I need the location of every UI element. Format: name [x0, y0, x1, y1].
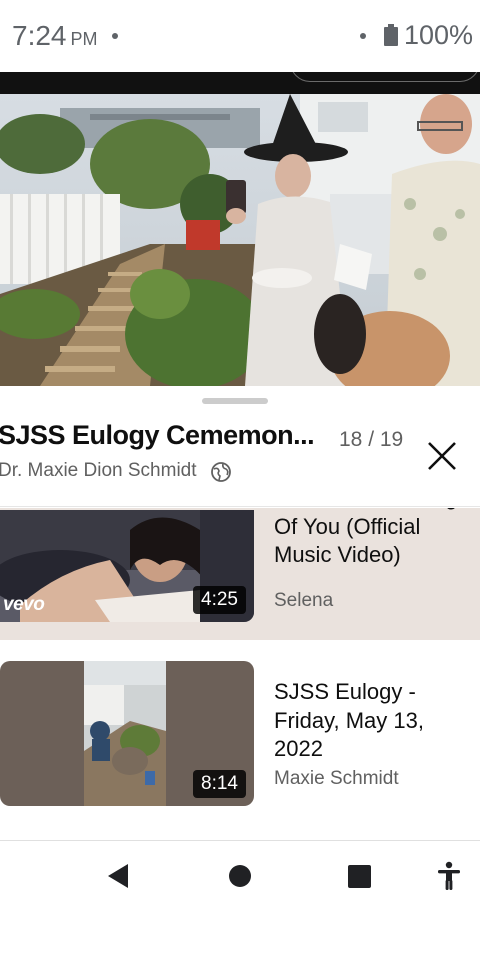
accessibility-icon	[438, 861, 460, 890]
duration-badge: 8:14	[193, 770, 246, 798]
video-title[interactable]: SJSS Eulogy - Friday, May 13, 2022	[274, 678, 474, 764]
video-frame-image	[0, 94, 480, 386]
close-button[interactable]	[418, 432, 466, 480]
status-dot	[360, 33, 366, 39]
status-bar: 7:24 PM 100%	[0, 0, 480, 72]
globe-icon	[210, 461, 232, 483]
home-icon[interactable]	[229, 865, 251, 887]
video-player[interactable]	[0, 94, 480, 386]
battery-percentage: 100%	[404, 20, 474, 50]
back-icon	[108, 864, 128, 888]
list-item[interactable]: vevo 4:25 Selena - Dreaming Of You (Offi…	[0, 508, 480, 640]
playlist-title: SJSS Eulogy Cememon...	[0, 420, 315, 450]
close-icon	[428, 442, 456, 470]
video-thumbnail[interactable]: 8:14	[0, 661, 254, 806]
status-time-ampm: PM	[70, 29, 98, 49]
playlist[interactable]: vevo 4:25 Selena - Dreaming Of You (Offi…	[0, 508, 480, 840]
playlist-position: 18 / 19	[339, 428, 404, 451]
video-channel: Selena	[274, 590, 334, 611]
back-button[interactable]	[106, 863, 132, 889]
drag-handle[interactable]	[202, 398, 268, 404]
recents-icon[interactable]	[348, 865, 371, 888]
status-time-value: 7:24	[12, 20, 67, 51]
battery-icon	[384, 24, 398, 46]
video-channel: Maxie Schmidt	[274, 768, 399, 789]
video-thumbnail[interactable]: vevo 4:25	[0, 510, 254, 622]
duration-badge: 4:25	[193, 586, 246, 614]
list-item[interactable]: 8:14 SJSS Eulogy - Friday, May 13, 2022 …	[0, 648, 480, 824]
player-top-strip	[0, 72, 480, 94]
navigation-bar	[0, 841, 480, 960]
notification-dot	[112, 33, 118, 39]
status-time: 7:24 PM	[12, 20, 98, 52]
accessibility-button[interactable]	[436, 861, 462, 891]
video-title[interactable]: Selena - Dreaming Of You (Official Music…	[274, 508, 474, 570]
vevo-badge: vevo	[3, 594, 45, 615]
playlist-channel[interactable]: Dr. Maxie Dion Schmidt	[0, 460, 197, 482]
sheet-divider	[0, 506, 480, 507]
